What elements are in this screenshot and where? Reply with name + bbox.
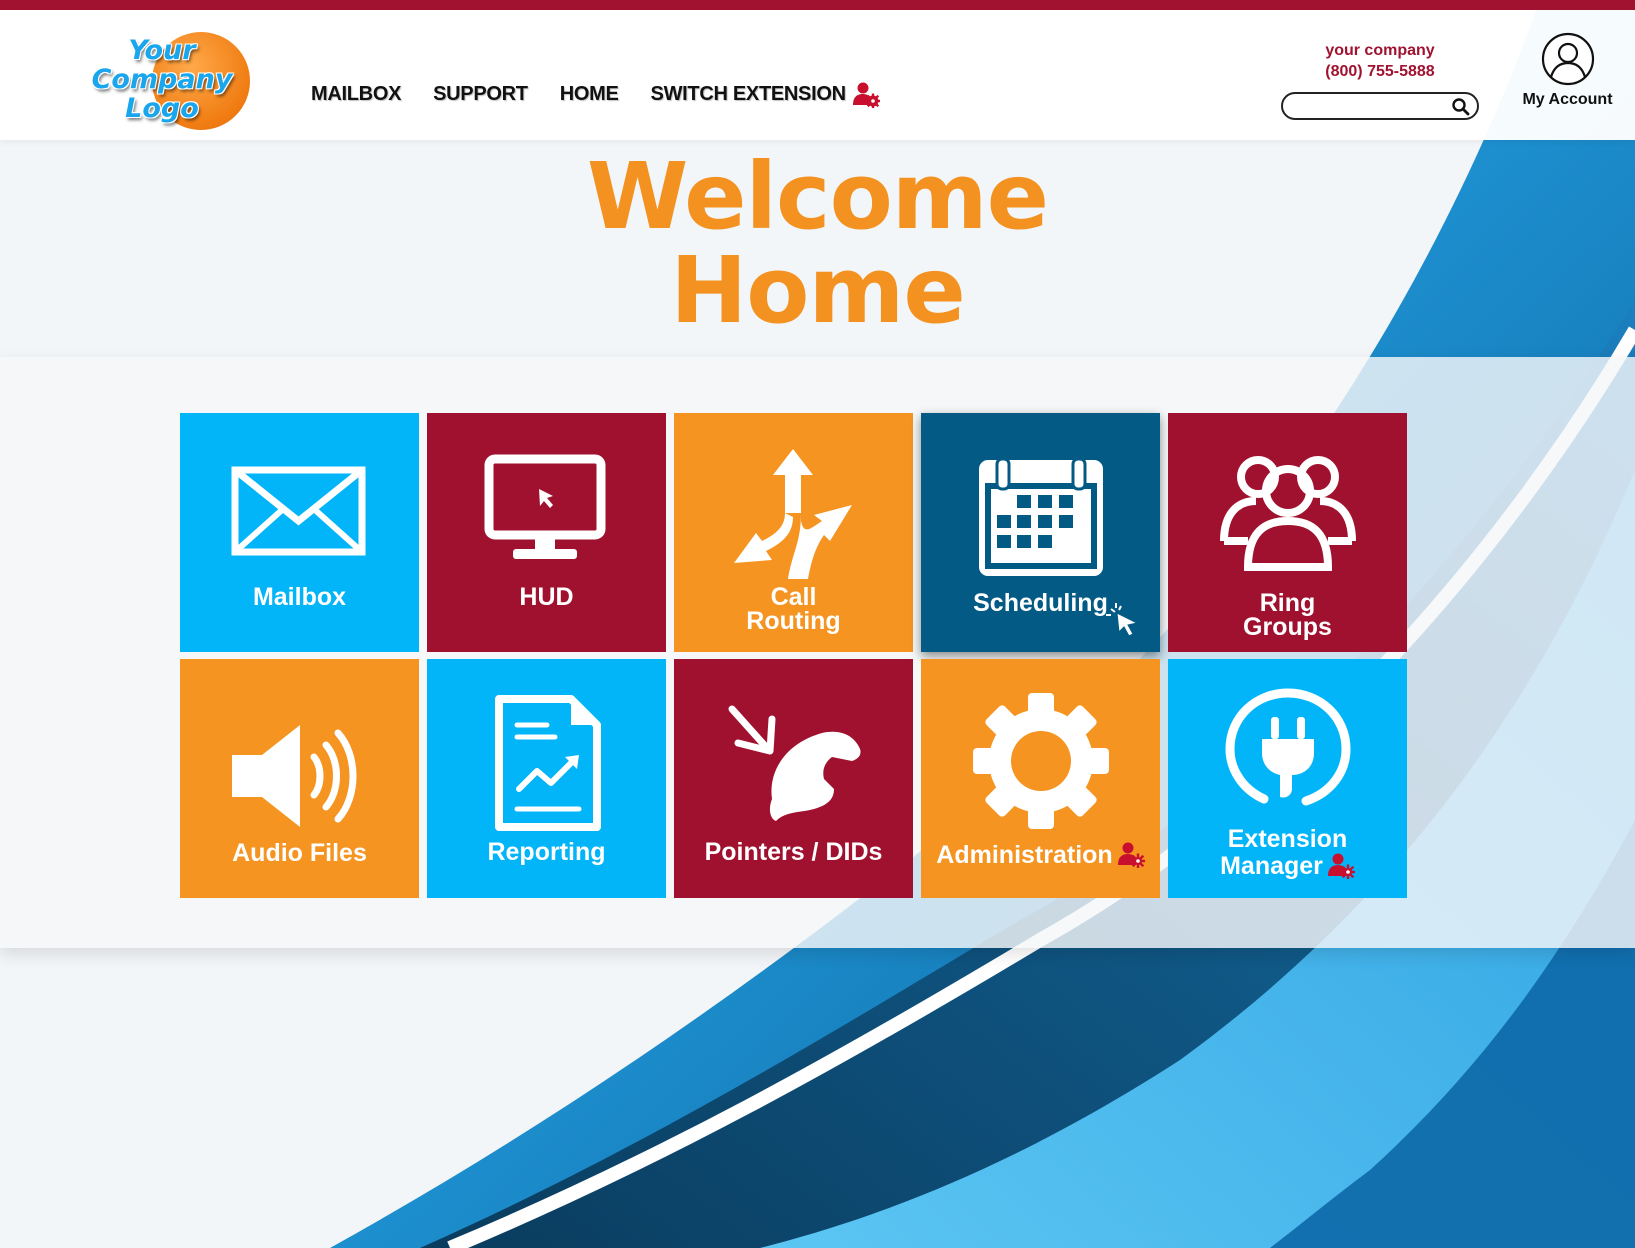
user-gear-icon: [1117, 842, 1145, 868]
cursor-icon: [1106, 603, 1139, 637]
tile-grid: Mailbox HUD Call Routing Scheduling Ring…: [180, 413, 1420, 898]
envelope-icon: [231, 466, 366, 556]
logo-text: Your Company Logo: [91, 35, 233, 124]
tile-reporting-label: Reporting: [487, 838, 606, 866]
tile-extension-manager-line-2: Manager: [1220, 852, 1323, 880]
main-nav: MAILBOX SUPPORT HOME SWITCH EXTENSION: [311, 80, 880, 108]
tile-ring-groups[interactable]: Ring Groups: [1168, 413, 1407, 652]
tile-ring-groups-label: Ring Groups: [1168, 589, 1407, 641]
tile-administration-text: Administration: [936, 841, 1113, 869]
tile-scheduling[interactable]: Scheduling: [921, 413, 1160, 652]
tile-call-routing-line-1: Call: [770, 583, 817, 611]
search-icon[interactable]: [1451, 97, 1471, 117]
tile-extension-manager-label: Extension Manager: [1168, 827, 1407, 879]
tile-mailbox-label: Mailbox: [252, 583, 347, 611]
tile-call-routing[interactable]: Call Routing: [674, 413, 913, 652]
tile-ring-groups-line-1: Ring: [1259, 589, 1316, 617]
tile-audio-files[interactable]: Audio Files: [180, 659, 419, 898]
tile-audio-files-label: Audio Files: [232, 839, 367, 867]
welcome-line-1: Welcome: [586, 143, 1049, 250]
tile-administration[interactable]: Administration: [921, 659, 1160, 898]
tile-call-routing-label: Call Routing: [674, 583, 913, 635]
tile-extension-manager[interactable]: Extension Manager: [1168, 659, 1407, 898]
tile-reporting[interactable]: Reporting: [427, 659, 666, 898]
search-input[interactable]: [1293, 97, 1457, 117]
my-account-label: My Account: [1522, 91, 1613, 108]
tile-pointers-dids[interactable]: Pointers / DIDs: [674, 659, 913, 898]
user-icon: [1541, 32, 1594, 86]
monitor-icon: [484, 454, 606, 559]
header: Your Company Logo MAILBOX SUPPORT HOME S…: [0, 10, 1635, 140]
tile-mailbox[interactable]: Mailbox: [180, 413, 419, 652]
top-accent-bar: [0, 0, 1635, 10]
company-logo[interactable]: Your Company Logo: [82, 22, 252, 134]
welcome-heading: Welcome Home: [0, 150, 1635, 338]
tile-call-routing-line-2: Routing: [746, 607, 841, 635]
my-account-button[interactable]: My Account: [1510, 32, 1625, 109]
tile-administration-label: Administration: [921, 840, 1160, 868]
search-box: [1281, 92, 1479, 120]
nav-mailbox[interactable]: MAILBOX: [311, 83, 401, 106]
nav-support[interactable]: SUPPORT: [433, 83, 528, 106]
tile-extension-manager-line-1: Extension: [1227, 825, 1348, 853]
company-info: your company (800) 755-5888: [1280, 40, 1480, 82]
tile-ring-groups-line-2: Groups: [1243, 613, 1332, 641]
tile-pointers-dids-label: Pointers / DIDs: [704, 838, 883, 866]
tile-hud[interactable]: HUD: [427, 413, 666, 652]
user-gear-icon: [1327, 853, 1355, 879]
company-name: your company: [1325, 42, 1435, 59]
user-gear-icon: [852, 82, 880, 108]
company-phone: (800) 755-5888: [1325, 63, 1435, 80]
nav-switch-extension[interactable]: SWITCH EXTENSION: [651, 83, 847, 106]
nav-home[interactable]: HOME: [560, 83, 619, 106]
tile-hud-label: HUD: [519, 583, 574, 611]
welcome-line-2: Home: [670, 237, 965, 344]
